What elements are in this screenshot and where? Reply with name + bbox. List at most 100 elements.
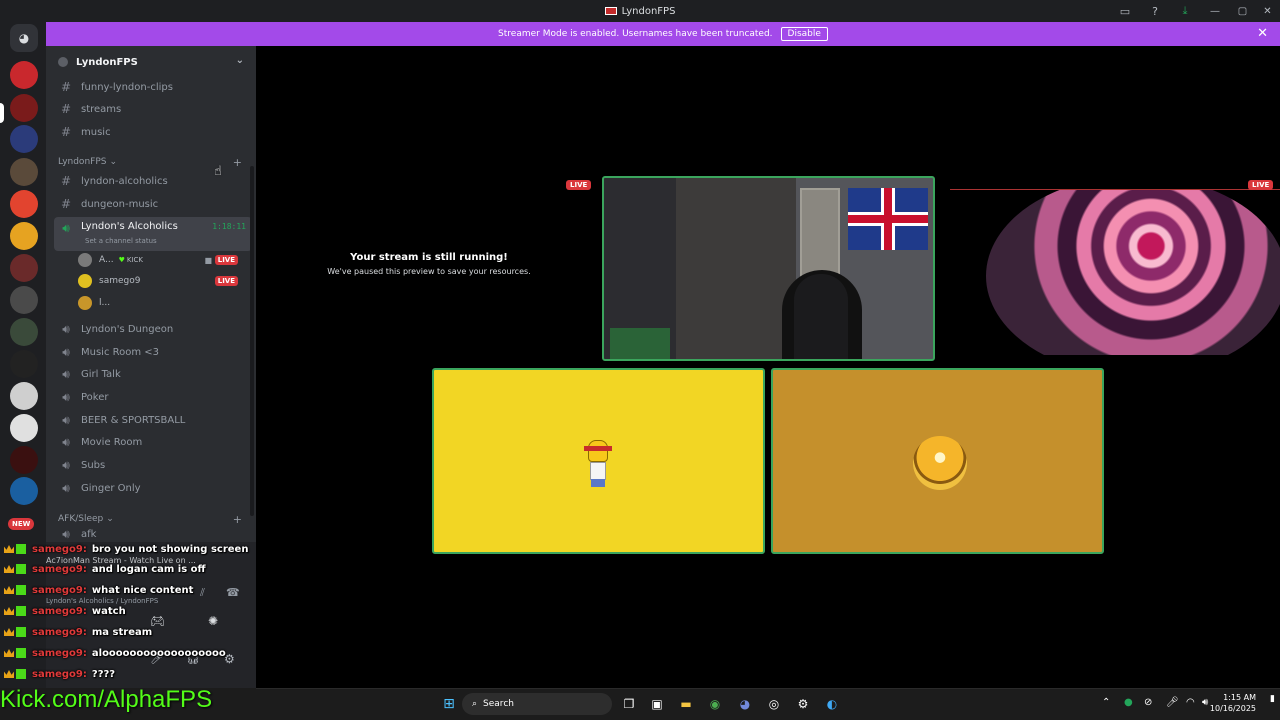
server-icon[interactable] xyxy=(10,158,38,186)
person xyxy=(794,274,848,359)
chat-message: samego9: and logan cam is off xyxy=(4,560,206,578)
mute-icon[interactable]: ⊘ xyxy=(1144,697,1152,708)
server-icon[interactable] xyxy=(10,446,38,474)
voice-channel-music-room[interactable]: 🔊︎ Music Room <3 xyxy=(54,342,252,362)
voice-channel-girl-talk[interactable]: 🔊︎ Girl Talk xyxy=(54,364,252,384)
home-button[interactable]: ◕ xyxy=(10,24,38,52)
voice-channel-ginger-only[interactable]: 🔊︎ Ginger Only xyxy=(54,478,252,498)
live-badge: LIVE xyxy=(214,276,238,286)
discord-taskbar-icon[interactable]: ◕ xyxy=(736,695,754,713)
disable-streamer-mode-button[interactable]: Disable xyxy=(780,27,828,41)
streamer-mode-banner: Streamer Mode is enabled. Usernames have… xyxy=(46,22,1280,46)
clock-time: 1:15 AM xyxy=(1223,693,1256,702)
paused-preview-notice: Your stream is still running! We've paus… xyxy=(326,252,532,276)
category-label: AFK/Sleep xyxy=(58,514,104,524)
badge-icon xyxy=(16,606,26,616)
channel-label: Subs xyxy=(81,459,106,471)
channel-label: Lyndon's Dungeon xyxy=(81,323,174,335)
taskbar-search[interactable]: ⌕ Search xyxy=(462,693,612,715)
live-badge: LIVE xyxy=(566,180,592,190)
create-channel-plus-icon[interactable]: + xyxy=(233,513,242,526)
edge-icon[interactable]: ◐ xyxy=(823,695,841,713)
server-icon[interactable] xyxy=(10,414,38,442)
hashtag-icon: # xyxy=(60,80,72,94)
server-icon[interactable] xyxy=(10,190,38,218)
chat-text: ma stream xyxy=(91,626,153,638)
chat-text: bro you not showing screen xyxy=(91,543,249,555)
server-icon[interactable] xyxy=(10,350,38,378)
server-icon[interactable] xyxy=(10,94,38,122)
voice-user[interactable]: samego9 LIVE xyxy=(78,272,248,290)
chat-text: watch xyxy=(91,605,126,617)
volume-icon[interactable]: 🔊︎ xyxy=(1202,697,1208,708)
guild-header[interactable]: LyndonFPS ⌄ xyxy=(46,46,256,78)
inbox-icon[interactable]: ▭ xyxy=(1110,0,1140,22)
sidebar-scrollbar[interactable] xyxy=(250,166,254,516)
notification-icon[interactable]: ▮ xyxy=(1270,694,1275,704)
badge-icon xyxy=(16,648,26,658)
channel-status-text[interactable]: Set a channel status xyxy=(85,237,157,245)
voice-channel-poker[interactable]: 🔊︎ Poker xyxy=(54,387,252,407)
server-icon[interactable] xyxy=(10,61,38,89)
settings-icon[interactable]: ⚙ xyxy=(794,695,812,713)
server-icon[interactable] xyxy=(10,477,38,505)
help-icon[interactable]: ? xyxy=(1140,0,1170,22)
speaker-icon: 🔊︎ xyxy=(62,221,70,235)
maximize-button[interactable]: ▢ xyxy=(1230,0,1255,22)
active-server-indicator xyxy=(0,103,4,123)
voice-channel-movie-room[interactable]: 🔊︎ Movie Room xyxy=(54,432,252,452)
server-icon[interactable] xyxy=(10,382,38,410)
taskbar-clock[interactable]: 1:15 AM 10/16/2025 xyxy=(1210,692,1256,714)
channel-music[interactable]: # music xyxy=(54,122,252,142)
voice-channel-afk[interactable]: 🔊︎ afk xyxy=(54,528,252,540)
voice-user[interactable]: A... ♥ KICK ■ LIVE xyxy=(78,251,248,269)
stream-tile-yellow-avatar[interactable] xyxy=(432,368,765,554)
stream-tile-webcam[interactable] xyxy=(602,176,935,361)
stream-tile-amber-avatar[interactable] xyxy=(771,368,1104,554)
channel-label: Girl Talk xyxy=(81,368,121,380)
server-icon[interactable] xyxy=(10,125,38,153)
paused-subtitle: We've paused this preview to save your r… xyxy=(327,267,531,276)
chevron-up-icon[interactable]: ⌃ xyxy=(1102,697,1110,708)
chat-username: samego9: xyxy=(32,605,87,617)
crown-icon xyxy=(4,586,14,594)
channel-label: streams xyxy=(81,103,122,115)
speaker-icon: 🔊︎ xyxy=(62,480,70,495)
microphone-tray-icon[interactable]: 🎤︎ xyxy=(1166,697,1179,708)
close-banner-icon[interactable]: ✕ xyxy=(1257,26,1268,41)
channel-label: Movie Room xyxy=(81,436,143,448)
server-icon[interactable] xyxy=(10,286,38,314)
chevron-down-icon: ⌄ xyxy=(235,55,244,66)
wifi-icon[interactable]: ◠ xyxy=(1186,697,1195,708)
voice-channel-beer-sportsball[interactable]: 🔊︎ BEER & SPORTSBALL xyxy=(54,410,252,430)
minimize-button[interactable]: — xyxy=(1200,0,1230,22)
store-icon[interactable]: ▣ xyxy=(648,695,666,713)
badge-icon xyxy=(16,544,26,554)
server-icon[interactable] xyxy=(10,318,38,346)
channel-label: afk xyxy=(81,528,97,540)
channel-dungeon-music[interactable]: # dungeon-music xyxy=(54,194,252,214)
file-explorer-icon[interactable]: ▬ xyxy=(677,695,695,713)
category-lyndonfps[interactable]: LyndonFPS ⌄ xyxy=(58,157,117,167)
channel-funny-lyndon-clips[interactable]: # funny-lyndon-clips xyxy=(54,77,252,97)
voice-user[interactable]: l... xyxy=(78,294,248,312)
voice-elapsed-time: 1:18:11 xyxy=(212,222,246,231)
voice-channel-subs[interactable]: 🔊︎ Subs xyxy=(54,455,252,475)
obs-icon[interactable]: ◎ xyxy=(765,695,783,713)
close-window-button[interactable]: ✕ xyxy=(1255,0,1280,22)
voice-channel-lyndons-dungeon[interactable]: 🔊︎ Lyndon's Dungeon xyxy=(54,319,252,339)
create-channel-plus-icon[interactable]: + xyxy=(233,156,242,169)
channel-streams[interactable]: # streams xyxy=(54,99,252,119)
chevron-down-icon: ⌄ xyxy=(106,514,114,524)
category-afk-sleep[interactable]: AFK/Sleep ⌄ xyxy=(58,514,114,524)
stream-tile-art[interactable] xyxy=(950,189,1280,355)
download-icon[interactable]: ⤓ xyxy=(1170,0,1200,22)
channel-label: Ginger Only xyxy=(81,482,141,494)
server-icon[interactable] xyxy=(10,222,38,250)
chrome-icon[interactable]: ◉ xyxy=(706,695,724,713)
status-dot-icon[interactable]: ● xyxy=(1124,697,1133,708)
server-icon[interactable] xyxy=(10,254,38,282)
start-windows-icon[interactable]: ⊞ xyxy=(440,695,458,713)
voice-channel-lyndons-alcoholics[interactable]: 🔊︎ Lyndon's Alcoholics 1:18:11 Set a cha… xyxy=(54,217,252,251)
task-view-icon[interactable]: ❐ xyxy=(620,695,638,713)
